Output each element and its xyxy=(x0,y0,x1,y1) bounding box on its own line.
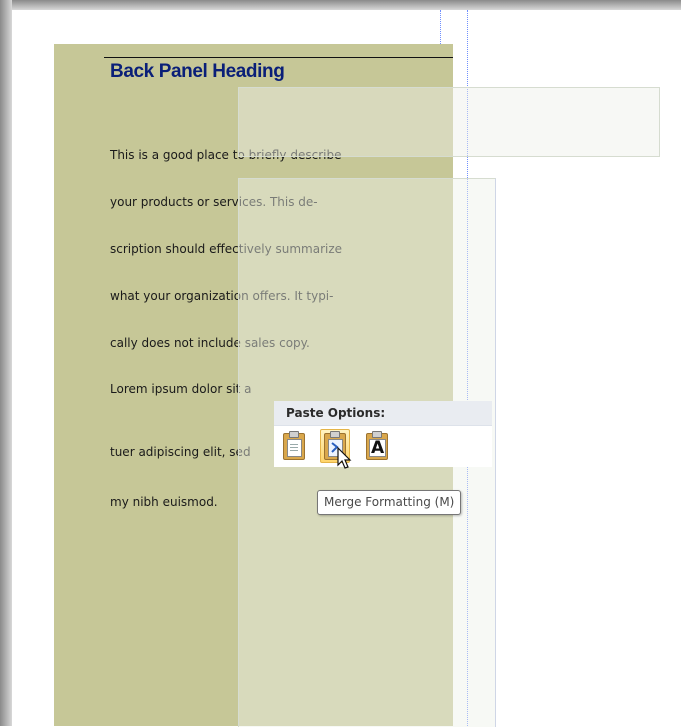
page-shadow-top xyxy=(0,0,681,10)
heading-rule xyxy=(104,57,453,58)
keep-text-only-button[interactable]: A xyxy=(362,429,392,463)
clipboard-document-icon xyxy=(283,430,305,460)
mouse-pointer-icon xyxy=(337,447,352,469)
paste-options-popup: Paste Options: A xyxy=(274,401,492,467)
page-shadow-left xyxy=(0,0,12,726)
publication-page: Back Panel Heading This is a good place … xyxy=(0,0,681,727)
pasted-text-box[interactable] xyxy=(238,87,660,157)
panel-heading[interactable]: Back Panel Heading xyxy=(110,61,285,83)
tooltip: Merge Formatting (M) xyxy=(317,490,462,515)
keep-source-formatting-button[interactable] xyxy=(279,429,309,463)
paste-options-title: Paste Options: xyxy=(274,401,492,426)
letter-a-icon: A xyxy=(366,430,388,460)
